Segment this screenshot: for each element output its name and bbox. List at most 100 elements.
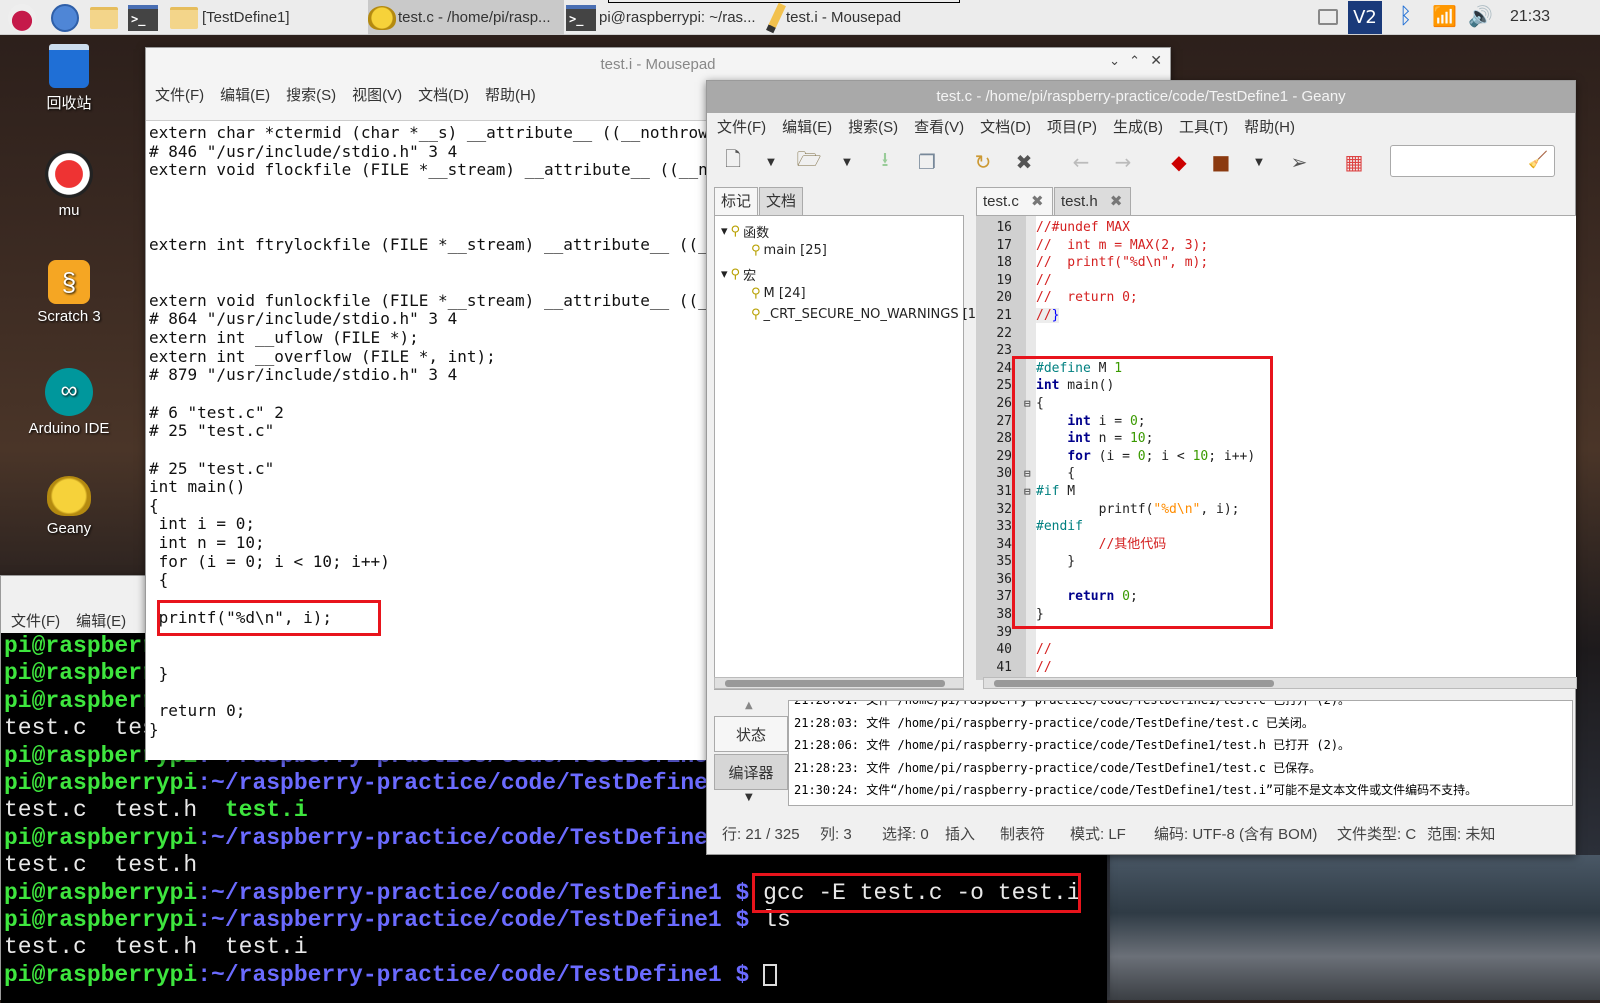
open-file-icon[interactable]: 🗁 xyxy=(795,147,823,176)
tab-test-h[interactable]: test.h ✖ xyxy=(1054,187,1131,215)
code-line: 20 // return 0; xyxy=(976,289,1576,307)
fold-toggle-icon[interactable]: ⊟ xyxy=(1024,465,1031,483)
wifi-icon[interactable]: 📶 xyxy=(1432,4,1457,28)
volume-icon[interactable]: 🔊 xyxy=(1468,4,1493,28)
build-icon[interactable]: ■ xyxy=(1207,148,1235,176)
save-all-icon[interactable]: ❐ xyxy=(913,148,941,176)
desktop-icon-mu[interactable]: mu xyxy=(14,150,124,219)
close-icon[interactable]: ✕ xyxy=(1150,53,1162,69)
raspberry-menu-button[interactable] xyxy=(4,0,40,35)
desktop-wallpaper xyxy=(1110,855,1600,1000)
minimize-icon[interactable]: ⌄ xyxy=(1109,54,1120,69)
close-tab-icon[interactable]: ✖ xyxy=(1031,193,1044,210)
new-file-icon[interactable]: 🗋 xyxy=(719,147,747,176)
sidebar-hscrollbar[interactable] xyxy=(714,677,964,689)
tab-label: test.c xyxy=(983,193,1019,210)
menu-edit[interactable]: 编辑(E) xyxy=(774,116,840,137)
tab-symbols[interactable]: 标记 xyxy=(714,187,759,215)
prompt-user: pi@raspberrypi xyxy=(4,907,198,934)
fold-toggle-icon[interactable]: ⊟ xyxy=(1024,395,1031,413)
tree-item[interactable]: ⚲ main [25] xyxy=(751,243,827,258)
taskbar-window-testdefine1[interactable]: [TestDefine1] xyxy=(170,0,366,35)
fold-toggle-icon[interactable]: ⊟ xyxy=(1024,483,1031,501)
code-line: 26 {⊟ xyxy=(976,395,1576,413)
message-line: 21:28:06: 文件 /home/pi/raspberry-practice… xyxy=(794,738,1351,752)
scroll-down-icon[interactable]: ▼ xyxy=(745,792,753,803)
compile-icon[interactable]: ◆ xyxy=(1165,148,1193,176)
menu-build[interactable]: 生成(B) xyxy=(1105,116,1171,137)
bluetooth-icon[interactable]: ᛒ xyxy=(1399,4,1412,29)
tab-test-c[interactable]: test.c ✖ xyxy=(976,187,1053,215)
menu-file[interactable]: 文件(F) xyxy=(709,116,774,137)
taskbar-window-label: test.i - Mousepad xyxy=(786,9,902,26)
taskbar-window-mousepad[interactable]: test.i - Mousepad xyxy=(764,0,960,35)
close-tab-icon[interactable]: ✖ xyxy=(1110,193,1123,210)
code-editor[interactable]: 16 //#undef MAX 17 // int m = MAX(2, 3); 18 /… xyxy=(976,215,1576,680)
run-icon[interactable]: ➢ xyxy=(1285,148,1313,176)
file-manager-button[interactable] xyxy=(86,0,122,35)
scroll-up-icon[interactable]: ▲ xyxy=(745,700,753,711)
line-number: 41 xyxy=(996,659,1012,675)
menu-help[interactable]: 帮助(H) xyxy=(1236,116,1303,137)
editor-hscrollbar[interactable] xyxy=(983,677,1577,689)
clear-broom-icon[interactable]: 🧹 xyxy=(1528,150,1548,169)
back-arrow-icon[interactable]: ← xyxy=(1067,148,1095,176)
menu-view[interactable]: 视图(V) xyxy=(344,84,410,105)
line-content: #if M xyxy=(1036,484,1075,499)
window-title: test.i - Mousepad xyxy=(600,56,716,73)
tab-compiler[interactable]: 编译器 xyxy=(714,754,788,790)
taskbar-window-terminal[interactable]: >_ pi@raspberrypi: ~/ras... xyxy=(566,0,762,35)
menu-edit[interactable]: 编辑(E) xyxy=(212,84,278,105)
message-line: 21:28:01: 文件 /home/pi/raspberry-practice… xyxy=(794,700,1351,707)
tree-label: M [24] xyxy=(763,285,806,301)
menu-view[interactable]: 查看(V) xyxy=(906,116,972,137)
code-line: 40 // xyxy=(976,641,1576,659)
tree-item[interactable]: ⚲ M [24] xyxy=(751,286,806,301)
pencil-icon xyxy=(766,2,786,33)
save-icon[interactable]: ⭳ xyxy=(871,147,899,176)
forward-arrow-icon[interactable]: → xyxy=(1109,148,1137,176)
color-chooser-icon[interactable]: ▦ xyxy=(1340,148,1368,176)
menu-document[interactable]: 文档(D) xyxy=(972,116,1039,137)
menu-file[interactable]: 文件(F) xyxy=(3,610,68,631)
menu-search[interactable]: 搜索(S) xyxy=(278,84,344,105)
tab-label: test.h xyxy=(1061,193,1098,210)
terminal-launch-button[interactable]: >_ xyxy=(126,0,160,35)
search-input[interactable]: 🧹 xyxy=(1390,145,1555,177)
desktop-icon-scratch[interactable]: § Scratch 3 xyxy=(14,260,124,325)
web-browser-button[interactable] xyxy=(48,0,82,35)
menu-help[interactable]: 帮助(H) xyxy=(477,84,544,105)
menu-edit[interactable]: 编辑(E) xyxy=(68,610,134,631)
menu-project[interactable]: 项目(P) xyxy=(1039,116,1105,137)
macro-icon: ⚲ xyxy=(751,285,761,301)
folder-icon xyxy=(170,6,198,29)
maximize-icon[interactable]: ⌃ xyxy=(1129,54,1140,69)
desktop-icon-trash[interactable]: 回收站 xyxy=(14,44,124,113)
menu-search[interactable]: 搜索(S) xyxy=(840,116,906,137)
close-file-icon[interactable]: ✖ xyxy=(1010,148,1038,176)
tab-status[interactable]: 状态 xyxy=(714,716,788,752)
menu-file[interactable]: 文件(F) xyxy=(147,84,212,105)
keyboard-icon[interactable] xyxy=(1318,9,1338,25)
desktop-icon-arduino[interactable]: ∞ Arduino IDE xyxy=(14,368,124,437)
clock[interactable]: 21:33 xyxy=(1510,8,1550,26)
desktop-icon-geany[interactable]: Geany xyxy=(14,476,124,537)
token-plain: ; i < xyxy=(1145,448,1193,464)
tree-item[interactable]: ▾ ⚲ 宏 xyxy=(721,265,756,284)
open-dropdown-icon[interactable]: ▼ xyxy=(833,148,861,176)
build-dropdown-icon[interactable]: ▼ xyxy=(1245,148,1273,176)
tab-documents[interactable]: 文档 xyxy=(759,187,804,215)
new-dropdown-icon[interactable]: ▼ xyxy=(757,148,785,176)
line-number: 34 xyxy=(996,536,1012,552)
vnc-icon[interactable]: V2 xyxy=(1348,1,1382,34)
code-line: 19 // xyxy=(976,272,1576,290)
menu-document[interactable]: 文档(D) xyxy=(410,84,477,105)
revert-icon[interactable]: ↻ xyxy=(969,148,997,176)
taskbar-window-geany[interactable]: test.c - /home/pi/rasp... xyxy=(368,0,564,35)
tree-item[interactable]: ⚲ _CRT_SECURE_NO_WARNINGS [1] xyxy=(751,307,981,322)
tree-item[interactable]: ▾ ⚲ 函数 xyxy=(721,222,769,241)
menu-tools[interactable]: 工具(T) xyxy=(1171,116,1236,137)
token-comment: //#undef MAX xyxy=(1036,220,1130,235)
desktop-icon-label: Arduino IDE xyxy=(28,420,110,437)
